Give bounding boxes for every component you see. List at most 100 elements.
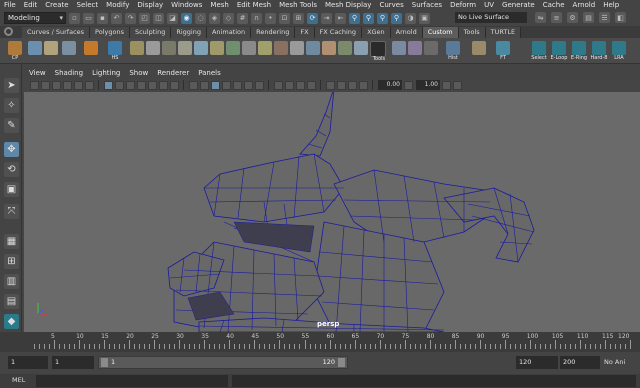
attribute-editor-icon[interactable]: ≡ <box>551 12 562 23</box>
panel-menu-shading[interactable]: Shading <box>55 69 83 77</box>
command-input[interactable] <box>36 375 228 387</box>
tool-grid-icon[interactable] <box>44 41 58 55</box>
tool-hard8-icon[interactable]: Hard-8 <box>591 41 607 61</box>
exposure-field[interactable]: 0.00 <box>378 80 402 90</box>
twod-pan-icon[interactable] <box>74 81 83 90</box>
menu-edit[interactable]: Edit <box>24 1 38 9</box>
shelf-tab-animation[interactable]: Animation <box>206 27 252 38</box>
tool-tools-icon[interactable]: Tools <box>370 41 386 62</box>
channel-box-icon[interactable]: ▤ <box>583 12 594 23</box>
shelf-tab-fx-caching[interactable]: FX Caching <box>314 27 363 38</box>
tool-fill-hole-icon[interactable] <box>210 41 224 55</box>
outliner-layout-icon[interactable]: ▤ <box>4 294 19 309</box>
tool-extrude-icon[interactable] <box>130 41 144 55</box>
ipr-render-icon[interactable]: ⚲ <box>377 12 388 24</box>
xray-icon[interactable] <box>337 81 346 90</box>
snap-grid-icon[interactable]: # <box>237 12 248 24</box>
tool-ft-icon[interactable]: FT <box>496 41 510 61</box>
tool-reset-icon[interactable] <box>424 41 438 55</box>
time-slider[interactable]: 5 10 15 20 25 30 35 40 45 50 55 60 65 70 75 80 85 90 95 100… <box>0 332 640 352</box>
shelf-tab-arnold[interactable]: Arnold <box>390 27 423 38</box>
tool-snap-icon[interactable] <box>472 41 486 55</box>
menu-create[interactable]: Create <box>45 1 68 9</box>
select-camera-icon[interactable] <box>30 81 39 90</box>
select-object-icon[interactable]: ◫ <box>153 12 164 24</box>
playback-range-slider[interactable]: 1 120 <box>98 356 348 369</box>
default-material-icon[interactable] <box>222 81 231 90</box>
hypershade-icon[interactable]: ◑ <box>405 12 416 24</box>
modeling-toolkit-layout-icon[interactable]: ◆ <box>4 314 19 329</box>
tool-insert-edge-icon[interactable] <box>194 41 208 55</box>
panel-menu-view[interactable]: View <box>29 69 46 77</box>
render-settings-icon[interactable]: ⚲ <box>391 12 402 24</box>
mask-edge-icon[interactable]: ◌ <box>195 12 206 24</box>
image-plane-icon[interactable] <box>63 81 72 90</box>
menu-help[interactable]: Help <box>603 1 619 9</box>
shelf-tab-polygons[interactable]: Polygons <box>90 27 130 38</box>
rotate-tool-icon[interactable]: ⟲ <box>4 162 19 177</box>
tool-separate-icon[interactable] <box>274 41 288 55</box>
snap-surface-icon[interactable]: ⊞ <box>293 12 304 24</box>
anim-layer-dropdown[interactable]: No Ani <box>604 356 625 369</box>
select-hierarchy-icon[interactable]: ◰ <box>139 12 150 24</box>
playback-start-field[interactable]: 1 <box>52 356 94 369</box>
wireframe-icon[interactable] <box>189 81 198 90</box>
output-ops-icon[interactable]: ⇤ <box>335 12 346 24</box>
shelf-tab-tools[interactable]: Tools <box>458 27 486 38</box>
tool-hs-icon[interactable]: HS <box>108 41 122 61</box>
range-end-handle[interactable] <box>338 358 345 367</box>
menu-mesh-tools[interactable]: Mesh Tools <box>279 1 317 9</box>
shelf-tab-xgen[interactable]: XGen <box>362 27 391 38</box>
mask-face-icon[interactable]: ◈ <box>209 12 220 24</box>
menu-surfaces[interactable]: Surfaces <box>412 1 442 9</box>
shelf-tab-rendering[interactable]: Rendering <box>251 27 296 38</box>
shelf-tab-rigging[interactable]: Rigging <box>171 27 207 38</box>
snap-curve-icon[interactable]: ∩ <box>251 12 262 24</box>
shelf-tab-sculpting[interactable]: Sculpting <box>129 27 172 38</box>
construction-history-icon[interactable]: ⚲ <box>349 12 360 24</box>
mask-curve-icon[interactable]: ◇ <box>223 12 234 24</box>
panel-menu-lighting[interactable]: Lighting <box>92 69 120 77</box>
render-view-icon[interactable]: ▣ <box>419 12 430 24</box>
menu-uv[interactable]: UV <box>484 1 494 9</box>
input-ops-icon[interactable]: ⇥ <box>321 12 332 24</box>
tool-eloop-icon[interactable]: E-Loop <box>551 41 567 61</box>
perspective-viewport[interactable]: persp <box>24 92 640 332</box>
snap-point-icon[interactable]: • <box>265 12 276 24</box>
lasso-tool-icon[interactable]: ✧ <box>4 98 19 113</box>
tool-bridge-icon[interactable] <box>146 41 160 55</box>
tool-center-pivot-icon[interactable] <box>392 41 406 55</box>
tool-settings-icon[interactable]: ⚙ <box>567 12 578 23</box>
animation-start-field[interactable]: 1 <box>8 356 48 369</box>
menu-file[interactable]: File <box>4 1 16 9</box>
tool-select-icon[interactable]: Select <box>531 41 547 61</box>
folder-new-icon[interactable]: ▫ <box>69 12 80 24</box>
redo-icon[interactable]: ↷ <box>125 12 136 24</box>
tool-cp-icon[interactable]: CP <box>8 41 22 61</box>
menu-select[interactable]: Select <box>77 1 99 9</box>
tool-hist-icon[interactable]: Hist <box>446 41 460 61</box>
lights-icon[interactable] <box>244 81 253 90</box>
xray-joints-icon[interactable] <box>348 81 357 90</box>
tool-merge-icon[interactable] <box>178 41 192 55</box>
menu-cache[interactable]: Cache <box>543 1 565 9</box>
gamma-icon[interactable] <box>404 81 413 90</box>
isolate-select-icon[interactable] <box>326 81 335 90</box>
render-current-frame-icon[interactable]: ⚲ <box>363 12 374 24</box>
anti-aliasing-icon[interactable] <box>296 81 305 90</box>
tool-lra-icon[interactable]: LRA <box>612 41 626 61</box>
tool-normals-icon[interactable] <box>306 41 320 55</box>
grid-toggle-icon[interactable] <box>104 81 113 90</box>
menu-set-dropdown[interactable]: Modeling <box>4 12 66 24</box>
playback-end-field[interactable]: 120 <box>516 356 558 369</box>
tool-pivot-icon[interactable] <box>338 41 352 55</box>
smooth-shade-icon[interactable] <box>200 81 209 90</box>
menu-modify[interactable]: Modify <box>106 1 129 9</box>
tool-freeze-icon[interactable] <box>354 41 368 55</box>
animation-end-field[interactable]: 200 <box>560 356 600 369</box>
gamma-field[interactable]: 1.00 <box>416 80 440 90</box>
depth-of-field-icon[interactable] <box>307 81 316 90</box>
panel-menu-show[interactable]: Show <box>129 69 148 77</box>
modeling-toolkit-icon[interactable]: ◧ <box>615 12 626 23</box>
tool-ering-icon[interactable]: E-Ring <box>571 41 587 61</box>
